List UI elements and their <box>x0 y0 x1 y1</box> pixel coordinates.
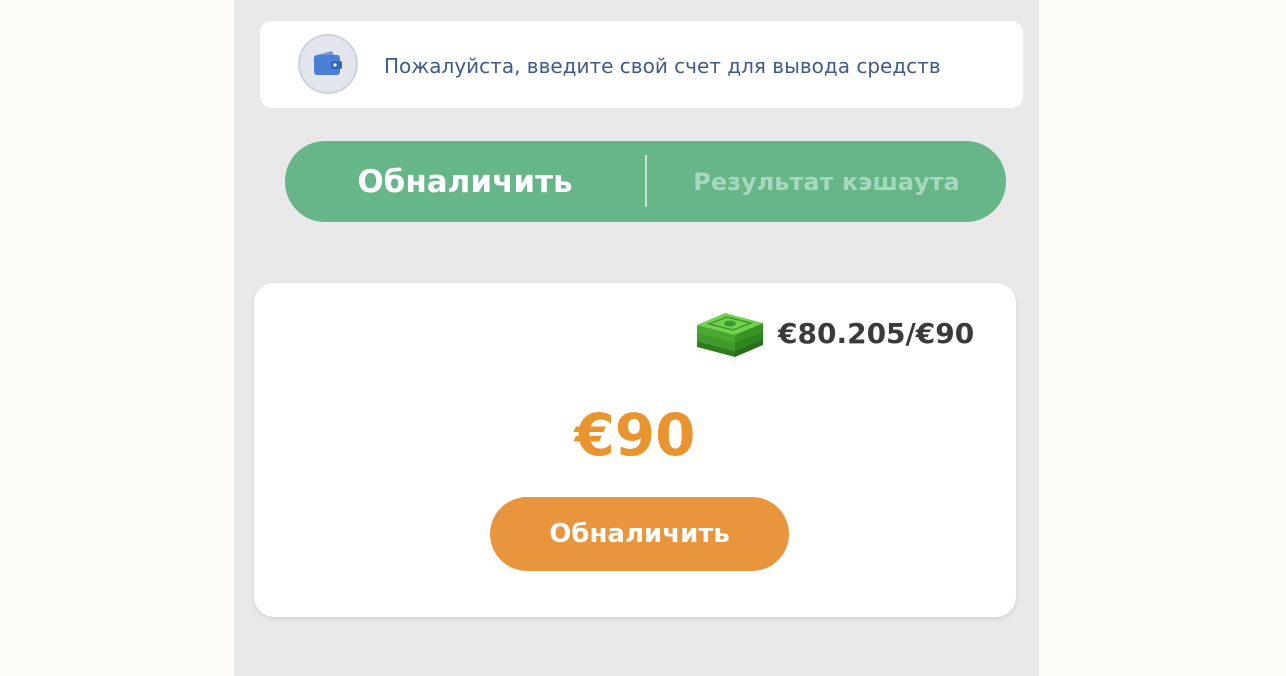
withdraw-screen: Пожалуйста, введите свой счет для вывода… <box>234 0 1039 676</box>
cashout-amount: €90 <box>574 401 696 469</box>
cashout-tabs: Обналичить Результат кэшаута <box>285 141 1006 222</box>
balance-progress: €80.205/€90 <box>778 317 975 350</box>
cashout-button[interactable]: Обналичить <box>490 497 789 571</box>
tab-cashout[interactable]: Обналичить <box>285 141 645 222</box>
tab-cashout-result[interactable]: Результат кэшаута <box>647 141 1006 222</box>
wallet-icon <box>314 51 342 75</box>
account-prompt: Пожалуйста, введите свой счет для вывода… <box>384 54 941 78</box>
account-card[interactable]: Пожалуйста, введите свой счет для вывода… <box>260 21 1023 108</box>
cashout-card: €80.205/€90 €90 Обналичить <box>254 283 1016 617</box>
wallet-avatar <box>298 34 358 94</box>
cash-stack-icon <box>697 313 763 357</box>
